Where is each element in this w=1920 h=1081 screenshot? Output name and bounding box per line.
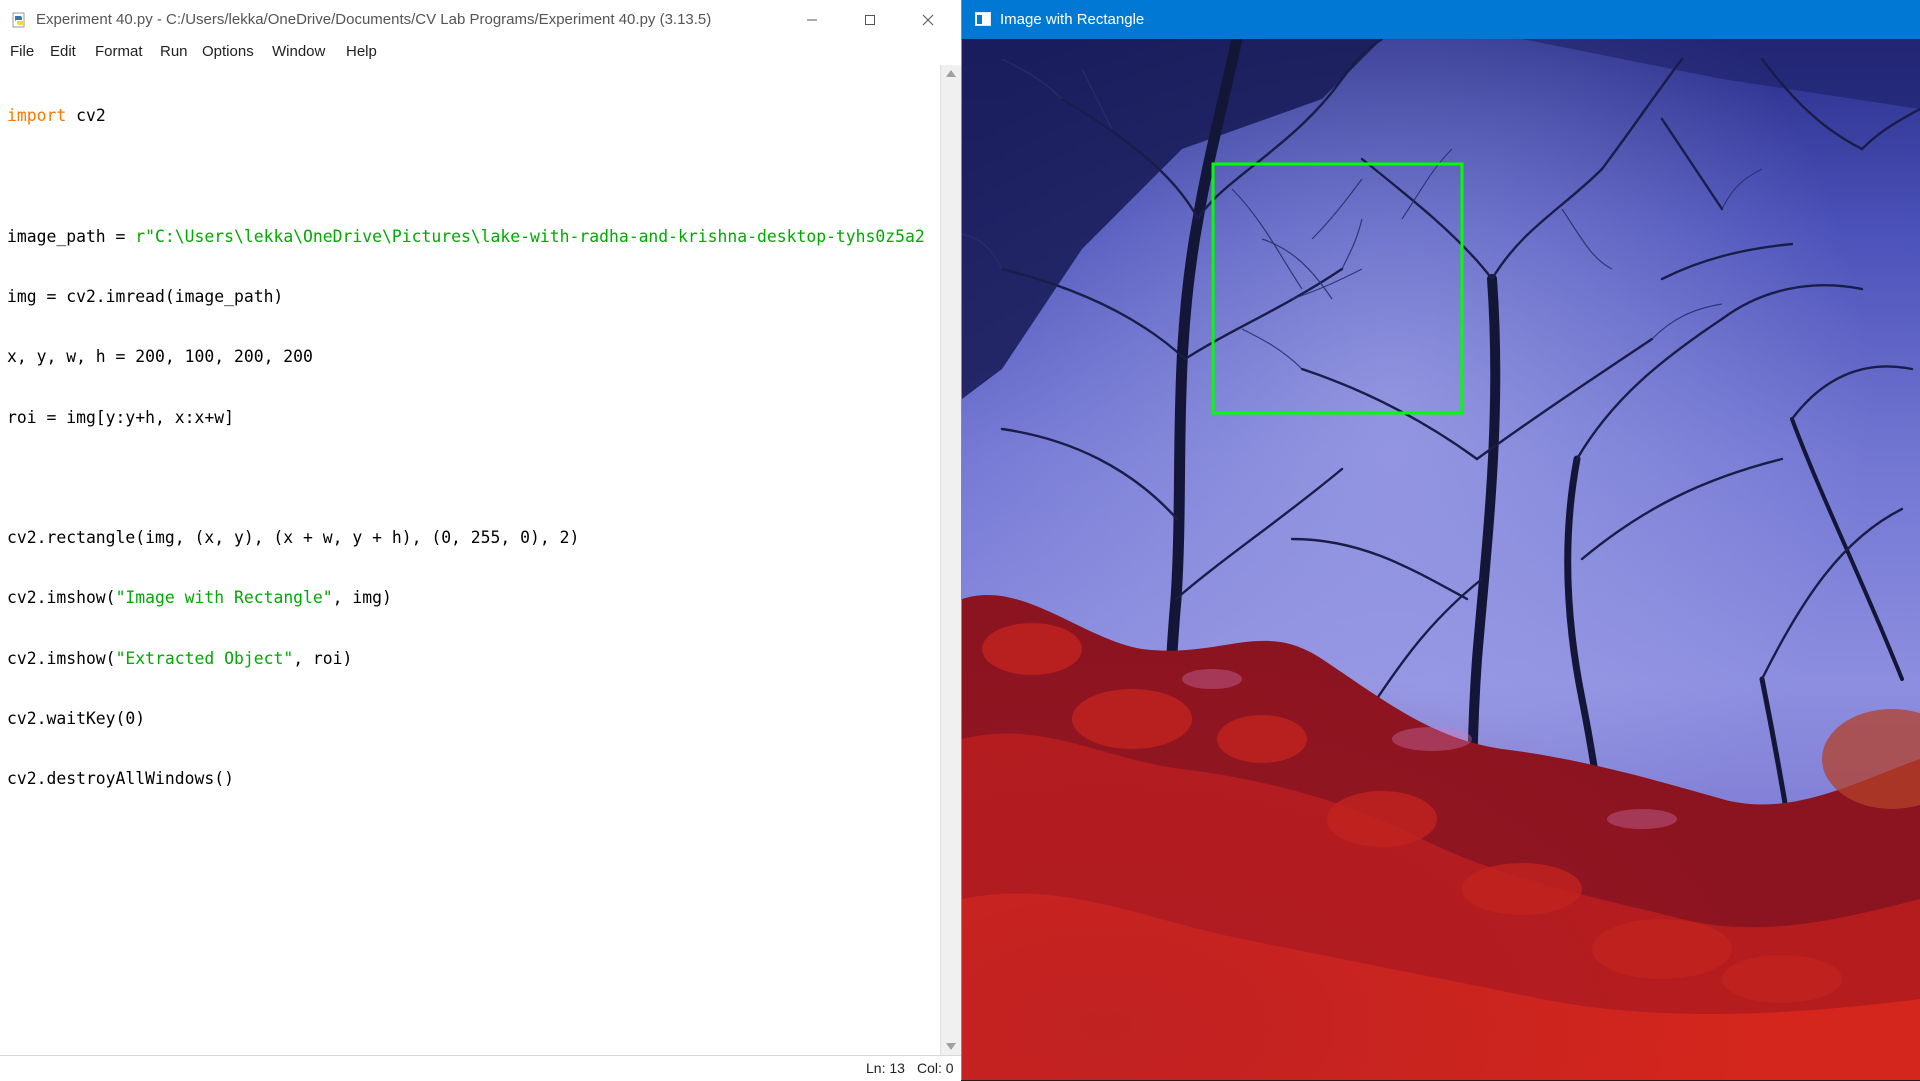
string-literal: "Extracted Object" — [115, 648, 294, 668]
code-text: import cv2 image_path = r"C:\Users\lekka… — [7, 66, 925, 830]
tree-photo — [962, 39, 1920, 1080]
menu-file[interactable]: File — [10, 39, 34, 65]
string-literal: r"C:\Users\lekka\OneDrive\Pictures\lake-… — [135, 226, 925, 246]
menu-window[interactable]: Window — [272, 39, 325, 65]
close-button[interactable] — [899, 0, 957, 39]
image-window-title: Image with Rectangle — [1000, 11, 1145, 28]
menu-help[interactable]: Help — [346, 39, 377, 65]
image-window-titlebar[interactable]: Image with Rectangle — [962, 0, 1920, 39]
column-number-status: Col: 0 — [917, 1060, 954, 1076]
menu-format[interactable]: Format — [95, 39, 143, 65]
opencv-image-window: Image with Rectangle — [962, 0, 1920, 1080]
displayed-image — [962, 39, 1920, 1080]
close-icon — [922, 14, 934, 25]
code-line: cv2.destroyAllWindows() — [7, 769, 234, 789]
code-line: roi = img[y:y+h, x:x+w] — [7, 407, 234, 427]
idle-editor-window: Experiment 40.py - C:/Users/lekka/OneDri… — [0, 0, 962, 1081]
maximize-icon — [865, 14, 875, 25]
vertical-scrollbar[interactable] — [940, 65, 961, 1055]
code-fragment: , roi) — [293, 648, 353, 668]
menu-options[interactable]: Options — [202, 39, 254, 65]
menu-bar: File Edit Format Run Options Window Help — [0, 39, 961, 66]
string-literal: "Image with Rectangle" — [115, 588, 333, 608]
scroll-up-icon[interactable] — [946, 70, 956, 77]
window-app-icon — [975, 12, 991, 26]
code-line: img = cv2.imread(image_path) — [7, 287, 284, 307]
status-bar: Ln: 13 Col: 0 — [0, 1055, 961, 1081]
code-fragment: cv2 — [66, 106, 106, 126]
menu-run[interactable]: Run — [160, 39, 188, 65]
line-number-status: Ln: 13 — [866, 1060, 905, 1076]
code-fragment: image_path = — [7, 226, 136, 246]
python-file-icon — [12, 12, 25, 28]
code-fragment: cv2.imshow( — [7, 648, 116, 668]
code-editor[interactable]: import cv2 image_path = r"C:\Users\lekka… — [0, 65, 940, 1055]
minimize-button[interactable] — [783, 0, 841, 39]
menu-edit[interactable]: Edit — [50, 39, 76, 65]
code-fragment: , img) — [332, 588, 392, 608]
code-line: cv2.waitKey(0) — [7, 709, 146, 728]
maximize-button[interactable] — [841, 0, 899, 39]
idle-titlebar[interactable]: Experiment 40.py - C:/Users/lekka/OneDri… — [0, 0, 961, 39]
code-line: cv2.imshow("Image with Rectangle", img) — [7, 588, 925, 608]
window-title: Experiment 40.py - C:/Users/lekka/OneDri… — [36, 11, 712, 28]
keyword: import — [7, 106, 67, 126]
code-line: cv2.rectangle(img, (x, y), (x + w, y + h… — [7, 528, 580, 548]
code-line: import cv2 — [7, 106, 925, 126]
code-fragment: cv2.imshow( — [7, 588, 116, 608]
code-line: cv2.imshow("Extracted Object", roi) — [7, 649, 925, 669]
minimize-icon — [807, 19, 817, 20]
code-line: image_path = r"C:\Users\lekka\OneDrive\P… — [7, 227, 925, 247]
scroll-down-icon[interactable] — [946, 1043, 956, 1050]
code-line: x, y, w, h = 200, 100, 200, 200 — [7, 347, 313, 367]
